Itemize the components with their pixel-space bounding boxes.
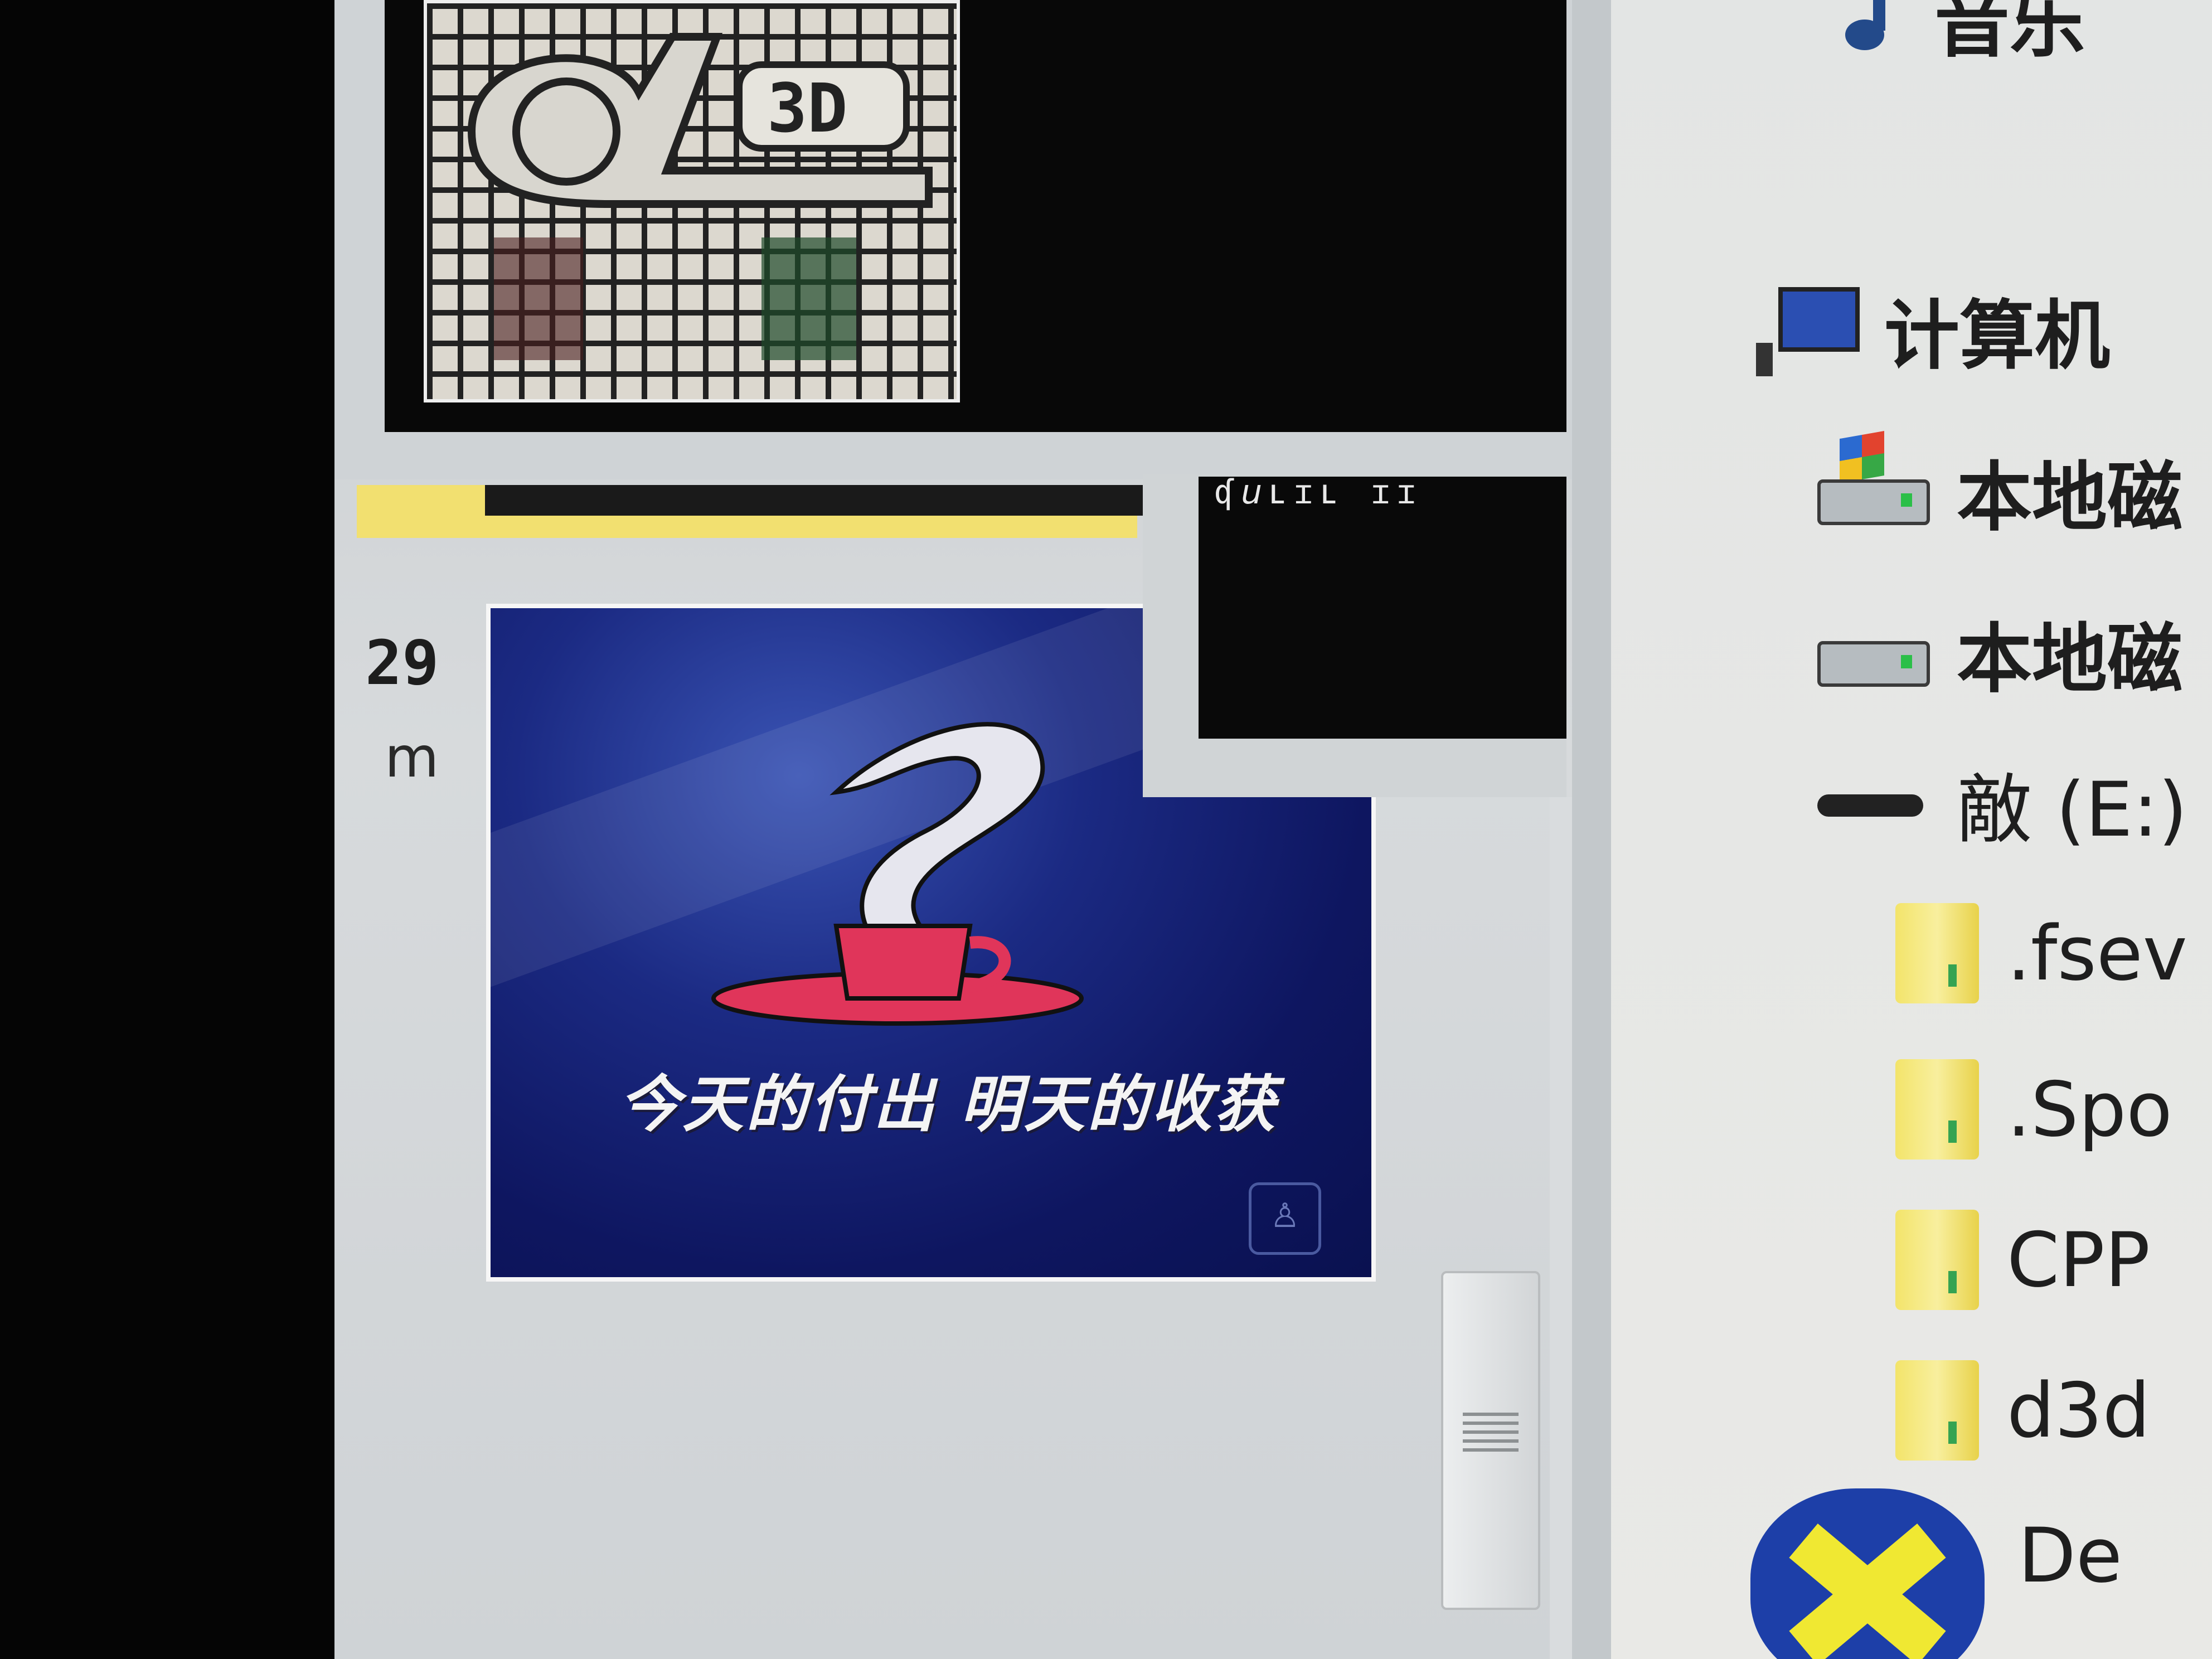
- tree-item-folder-cpp[interactable]: CPP: [1895, 1210, 2150, 1310]
- tree-item-label: 音乐: [1934, 0, 2085, 67]
- tree-item-label: De: [2018, 1511, 2123, 1599]
- date-suffix: m: [385, 725, 439, 790]
- d3d-logo-image: 3D: [424, 0, 960, 402]
- windows-drive-icon: [1817, 430, 1930, 525]
- pane-divider[interactable]: [1572, 0, 1611, 1659]
- folder-icon: [1895, 1360, 1979, 1461]
- folder-icon: [1895, 903, 1979, 1003]
- watermark-badge-icon: ♙: [1249, 1182, 1321, 1255]
- tree-item-label: 本地磁: [1957, 615, 2182, 703]
- wallpaper-caption: 今天的付出 明天的收获: [619, 1069, 1278, 1140]
- tree-item-computer[interactable]: 计算机: [1756, 279, 2110, 380]
- drive-icon: [1817, 619, 1930, 687]
- dark-strip: [485, 485, 1154, 516]
- overlay-text: ʠ𝘶ʟɪʟ ɪɪ: [1215, 473, 1422, 512]
- tree-item-label: 本地磁: [1957, 454, 2182, 541]
- music-icon: [1834, 0, 1907, 53]
- tree-item-label: .fsev: [2007, 909, 2187, 997]
- folder-icon: [1895, 1210, 1979, 1310]
- tree-item-label: d3d: [2007, 1366, 2151, 1454]
- tree-item-folder-d3d[interactable]: d3d: [1895, 1360, 2150, 1461]
- overlay-window-content: [1199, 477, 1566, 739]
- usb-drive-icon: [1817, 786, 1929, 819]
- tree-item-drive-e[interactable]: 敵 (E:): [1817, 753, 2187, 853]
- tree-item-music[interactable]: 音乐: [1834, 0, 2085, 67]
- date-number: 29: [365, 627, 439, 698]
- explorer-tree: 音乐 计算机 本地磁 本地磁 敵 (E:) .fsev .Spo CPP d3d…: [1611, 0, 2212, 1659]
- scrollbar-grip-icon: [1463, 1413, 1519, 1457]
- tree-item-folder-spotlight[interactable]: .Spo: [1895, 1059, 2172, 1160]
- folder-icon: [1895, 1059, 1979, 1160]
- x-app-icon: [1750, 1488, 1985, 1659]
- computer-icon: [1756, 287, 1860, 376]
- tree-item-label: 敵 (E:): [1957, 766, 2188, 853]
- tree-item-local-disk-d[interactable]: 本地磁: [1817, 602, 2182, 703]
- tree-item-label: 计算机: [1884, 292, 2110, 380]
- scrollbar-track[interactable]: [1550, 797, 1572, 1659]
- tree-item-local-disk-c[interactable]: 本地磁: [1817, 430, 2182, 541]
- tree-item-label: CPP: [2007, 1216, 2151, 1304]
- tree-item-label: .Spo: [2007, 1065, 2172, 1153]
- tree-item-folder-fsevents[interactable]: .fsev: [1895, 903, 2187, 1003]
- logo-3d-text: 3D: [767, 70, 848, 148]
- scrollbar-thumb[interactable]: [1441, 1271, 1540, 1610]
- tree-item-app-de[interactable]: De: [1750, 1488, 2123, 1659]
